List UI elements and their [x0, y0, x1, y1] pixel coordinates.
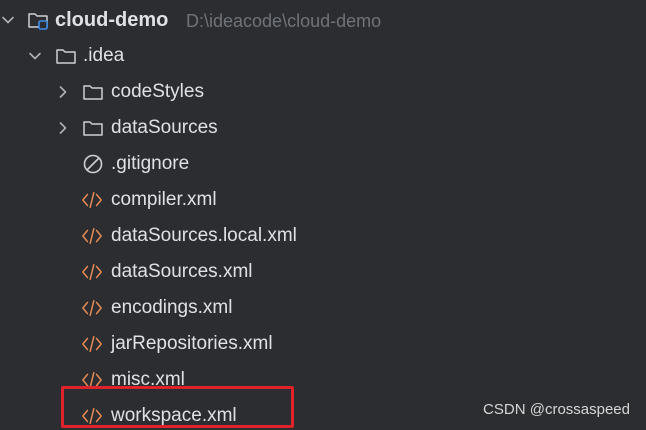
idea-folder-label: .idea: [83, 45, 125, 66]
tree-row-file[interactable]: jarRepositories.xml: [0, 326, 646, 362]
highlight-annotation-box: [61, 386, 294, 428]
xml-file-icon: [82, 191, 102, 209]
tree-row-root[interactable]: cloud-demo D:\ideacode\cloud-demo: [0, 2, 646, 38]
file-label: compiler.xml: [111, 189, 217, 210]
tree-row-file[interactable]: compiler.xml: [0, 182, 646, 218]
tree-row-idea[interactable]: .idea: [0, 38, 646, 74]
folder-label: codeStyles: [111, 81, 204, 102]
folder-label: dataSources: [111, 117, 218, 138]
file-label: dataSources.local.xml: [111, 225, 297, 246]
file-label: encodings.xml: [111, 297, 233, 318]
chevron-right-icon[interactable]: [55, 120, 71, 136]
tree-row-file[interactable]: dataSources.xml: [0, 254, 646, 290]
file-label: dataSources.xml: [111, 261, 253, 282]
tree-row-file[interactable]: encodings.xml: [0, 290, 646, 326]
chevron-down-icon[interactable]: [0, 12, 16, 28]
project-tree: cloud-demo D:\ideacode\cloud-demo .idea …: [0, 0, 646, 430]
xml-file-icon: [82, 299, 102, 317]
folder-icon: [83, 85, 103, 100]
tree-row-gitignore[interactable]: .gitignore: [0, 146, 646, 182]
tree-row-file[interactable]: dataSources.local.xml: [0, 218, 646, 254]
root-folder-label: cloud-demo: [55, 9, 169, 31]
xml-file-icon: [82, 227, 102, 245]
tree-row-datasources[interactable]: dataSources: [0, 110, 646, 146]
file-label: jarRepositories.xml: [111, 333, 273, 354]
xml-file-icon: [82, 335, 102, 353]
folder-icon: [56, 49, 76, 64]
chevron-right-icon[interactable]: [55, 84, 71, 100]
file-label: .gitignore: [111, 153, 190, 174]
xml-file-icon: [82, 263, 102, 281]
root-folder-path: D:\ideacode\cloud-demo: [186, 11, 382, 31]
watermark: CSDN @crossaspeed: [483, 401, 630, 418]
tree-row-codestyles[interactable]: codeStyles: [0, 74, 646, 110]
ignore-file-icon: [83, 154, 103, 174]
chevron-down-icon[interactable]: [27, 48, 43, 64]
module-folder-icon: [28, 13, 48, 30]
folder-icon: [83, 121, 103, 136]
